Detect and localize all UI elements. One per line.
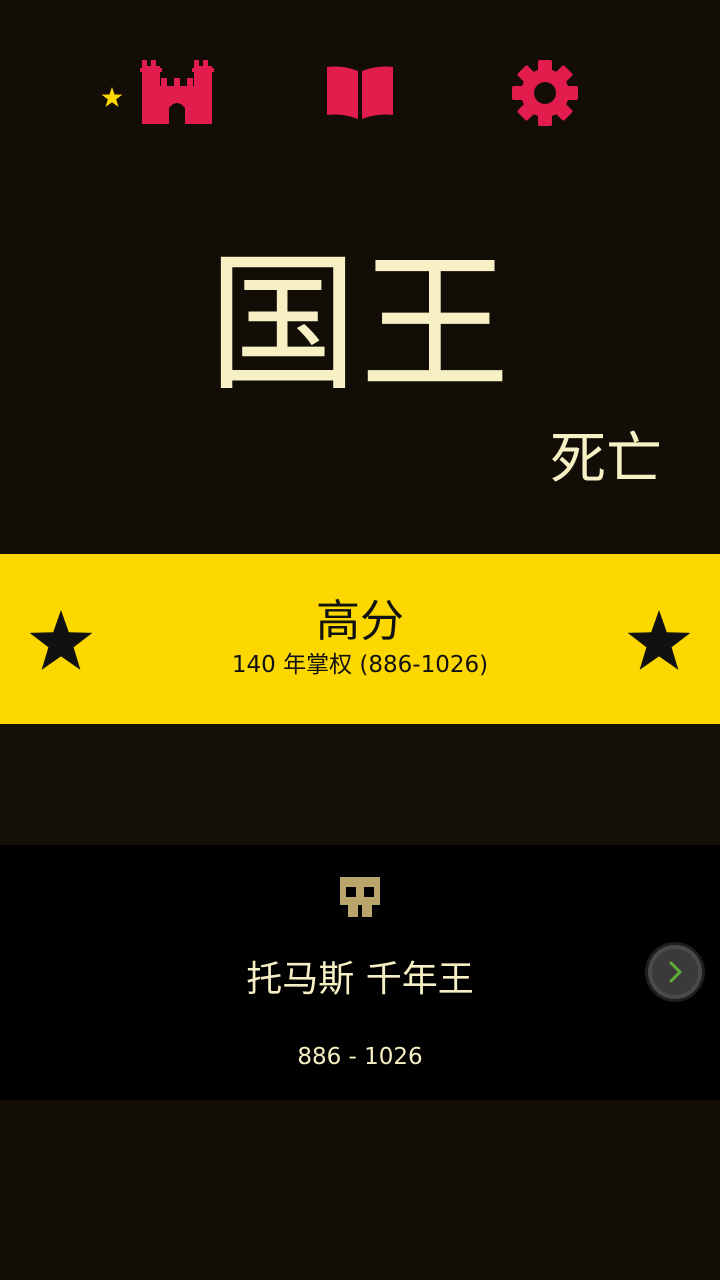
spacer (0, 724, 720, 845)
settings-button[interactable] (505, 55, 585, 130)
king-years: 886 - 1026 (297, 1044, 423, 1070)
king-name: 托马斯 千年王 (246, 959, 474, 1000)
highscore-detail: 140 年掌权 (886-1026) (231, 652, 489, 678)
highscore-title: 高分 (316, 596, 404, 647)
book-button[interactable] (320, 55, 400, 130)
top-bar (0, 55, 720, 130)
castle-button[interactable] (95, 55, 220, 130)
skull-icon (340, 877, 380, 917)
page-subtitle: 死亡 (550, 427, 662, 492)
king-panel: 托马斯 千年王 886 - 1026 (0, 845, 720, 1100)
chevron-right-icon (669, 961, 682, 983)
bottom-area (0, 1100, 720, 1280)
star-icon (101, 86, 123, 107)
page-title: 国王 (207, 238, 512, 412)
next-button[interactable] (648, 945, 702, 999)
highscore-banner: 高分 140 年掌权 (886-1026) (0, 554, 720, 724)
game-over-screen: 国王 死亡 高分 140 年掌权 (886-1026) 托马斯 千年王 886 … (0, 0, 720, 1280)
castle-icon (101, 59, 214, 124)
title-wrap: 国王 (0, 250, 720, 400)
book-icon (327, 66, 393, 119)
star-icon (627, 610, 691, 670)
gear-icon (512, 59, 578, 126)
